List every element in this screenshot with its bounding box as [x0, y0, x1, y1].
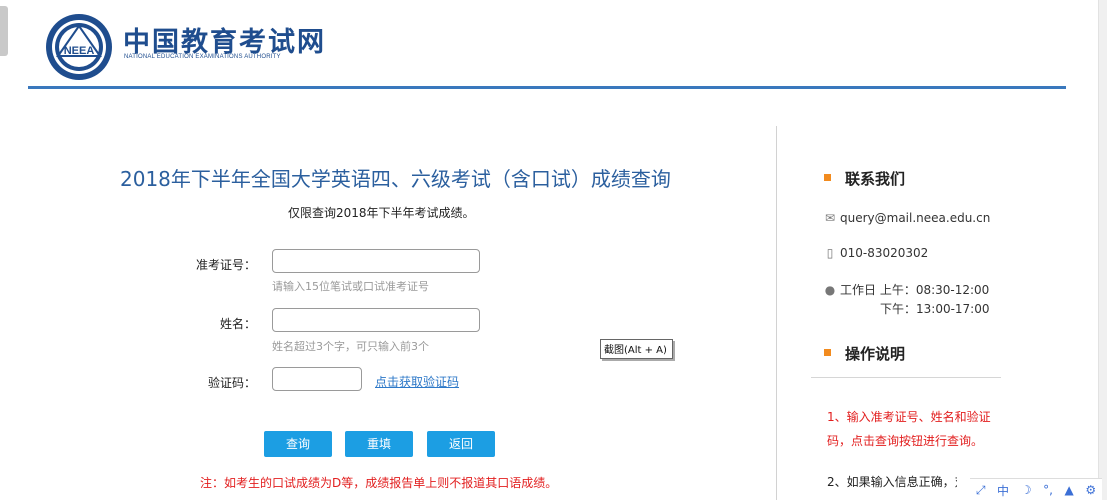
- punctuation-icon[interactable]: °,: [1043, 483, 1053, 497]
- name-hint: 姓名超过3个字，可只输入前3个: [272, 340, 429, 353]
- reset-button[interactable]: 重填: [345, 431, 413, 457]
- page-subtitle: 仅限查询2018年下半年考试成绩。: [288, 206, 475, 220]
- user-icon[interactable]: ▲: [1065, 483, 1074, 497]
- contact-title: 联系我们: [845, 170, 906, 188]
- captcha-label: 验证码：: [207, 376, 256, 390]
- instruction-2: 2、如果输入信息正确，对应: [827, 475, 957, 489]
- sidebar: 联系我们 ✉ query@mail.neea.edu.cn ▯ 010-830203…: [777, 90, 1099, 500]
- captcha-input[interactable]: [272, 367, 362, 391]
- ime-mode-label[interactable]: 中: [997, 482, 1009, 499]
- hours-line-1: 工作日 上午：08:30-12:00: [840, 283, 990, 297]
- site-name-english: NATIONAL EDUCATION EXAMINATIONS AUTHORIT…: [124, 54, 281, 60]
- page-title: 2018年下半年全国大学英语四、六级考试（含口试）成绩查询: [120, 167, 671, 191]
- ticket-number-input[interactable]: [272, 249, 480, 273]
- query-button[interactable]: 查询: [264, 431, 332, 457]
- neea-logo-icon[interactable]: NEEA: [44, 12, 114, 82]
- settings-icon[interactable]: ⚙: [1085, 483, 1096, 497]
- query-panel: 2018年下半年全国大学英语四、六级考试（含口试）成绩查询 仅限查询2018年下…: [0, 90, 776, 500]
- header-divider: [28, 86, 1066, 89]
- get-captcha-link[interactable]: 点击获取验证码: [375, 373, 459, 390]
- contact-hours: ● 工作日 上午：08:30-12:00: [824, 281, 990, 298]
- oral-exam-note: 注：如考生的口试成绩为D等，成绩报告单上则不报道其口语成绩。: [200, 476, 558, 490]
- instruction-1: 1、输入准考证号、姓名和验证码，点击查询按钮进行查询。: [827, 410, 991, 448]
- hours-line-2: 下午：13:00-17:00: [880, 302, 990, 316]
- contact-phone: ▯ 010-83020302: [824, 246, 929, 260]
- moon-icon[interactable]: ☽: [1021, 483, 1032, 497]
- bullet-icon: [824, 174, 831, 181]
- operations-title: 操作说明: [845, 345, 906, 363]
- contact-email: ✉ query@mail.neea.edu.cn: [824, 211, 990, 225]
- ticket-hint: 请输入15位笔试或口试准考证号: [272, 280, 429, 293]
- phone-text: 010-83020302: [840, 246, 929, 260]
- clock-icon: ●: [824, 283, 836, 297]
- sidebar-divider: [811, 377, 1001, 378]
- logo-text: NEEA: [64, 45, 95, 57]
- contact-heading: 联系我们: [824, 168, 905, 189]
- phone-icon: ▯: [826, 246, 834, 260]
- screenshot-tooltip: 截图(Alt + A): [600, 339, 673, 359]
- operations-heading: 操作说明: [824, 343, 905, 364]
- email-text: query@mail.neea.edu.cn: [840, 211, 991, 225]
- site-header: NEEA 中国教育考试网 NATIONAL EDUCATION EXAMINAT…: [0, 0, 1107, 90]
- back-button[interactable]: 返回: [427, 431, 495, 457]
- name-label: 姓名：: [219, 317, 256, 331]
- ticket-label: 准考证号：: [195, 258, 256, 272]
- mail-icon: ✉: [824, 211, 836, 225]
- bullet-icon: [824, 349, 831, 356]
- ime-icon[interactable]: ⤢: [976, 483, 986, 498]
- ime-toolbar: ⤢ 中 ☽ °, ▲ ⚙: [970, 478, 1102, 501]
- name-input[interactable]: [272, 308, 480, 332]
